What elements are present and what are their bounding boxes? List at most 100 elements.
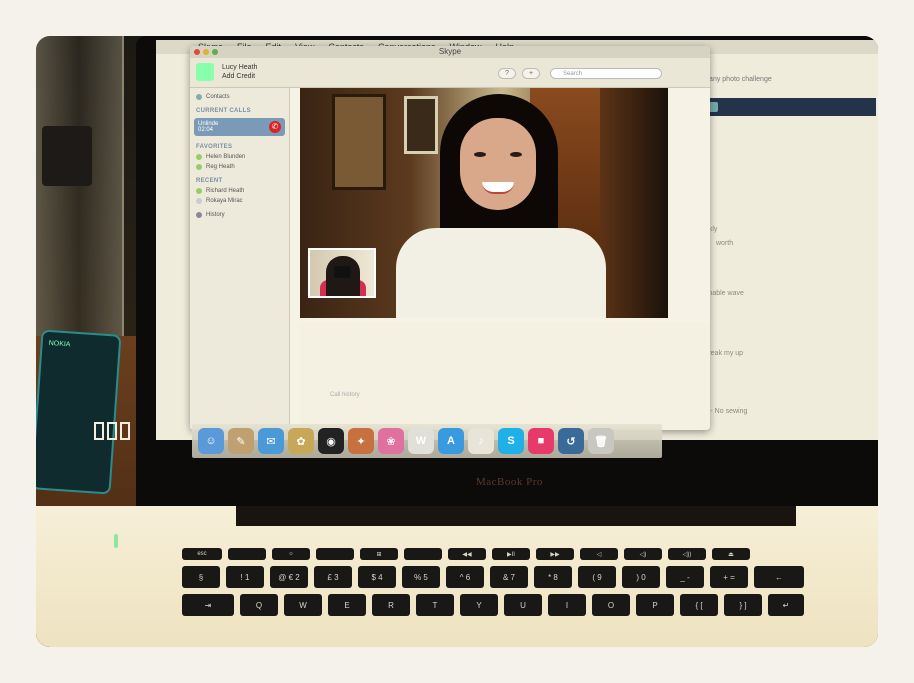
keyboard-key[interactable]: esc xyxy=(182,548,222,560)
keyboard-key[interactable] xyxy=(316,548,354,560)
keyboard-key[interactable]: $ 4 xyxy=(358,566,396,588)
keyboard-key[interactable]: ◁) xyxy=(624,548,662,560)
add-button[interactable]: + xyxy=(522,68,540,79)
keyboard-key[interactable]: P xyxy=(636,594,674,616)
status-icon xyxy=(196,188,202,194)
camera-icon[interactable]: ◉ xyxy=(318,428,344,454)
keyboard-key[interactable]: ◀◀ xyxy=(448,548,486,560)
keyboard-key[interactable]: Y xyxy=(460,594,498,616)
keyboard-key[interactable]: * 8 xyxy=(534,566,572,588)
keyboard-key[interactable]: ! 1 xyxy=(226,566,264,588)
keyboard-key[interactable]: % 5 xyxy=(402,566,440,588)
keyboard-key[interactable]: ← xyxy=(754,566,804,588)
keyboard-key[interactable]: R xyxy=(372,594,410,616)
keyboard-key[interactable]: ⏏ xyxy=(712,548,750,560)
flower-icon[interactable]: ❀ xyxy=(378,428,404,454)
keyboard-key[interactable]: O xyxy=(592,594,630,616)
keyboard-key[interactable]: ) 0 xyxy=(622,566,660,588)
photo-frame: NOKIA MacBook Pro Skype File Edit View C… xyxy=(0,0,914,683)
keyboard-key[interactable]: ▶▶ xyxy=(536,548,574,560)
mobile-phone: NOKIA xyxy=(36,329,122,495)
avatar[interactable] xyxy=(196,63,214,81)
timemachine-icon[interactable]: ↺ xyxy=(558,428,584,454)
sidebar-item-recent[interactable]: Richard Heath xyxy=(190,186,289,196)
keyboard-key[interactable]: ↵ xyxy=(768,594,804,616)
ical-icon[interactable]: ✦ xyxy=(348,428,374,454)
itunes-icon[interactable]: ♪ xyxy=(468,428,494,454)
top-letter-row: ⇥ Q W E R T Y U I O P { [ } ] ↵ xyxy=(182,594,862,616)
chat-area[interactable]: Call history xyxy=(300,322,710,430)
keyboard-key[interactable]: { [ xyxy=(680,594,718,616)
hang-up-icon[interactable]: ✆ xyxy=(269,121,281,133)
status-icon xyxy=(196,164,202,170)
keyboard-key[interactable]: ⊞ xyxy=(360,548,398,560)
laptop-brand: MacBook Pro xyxy=(476,476,543,488)
drinking-glass xyxy=(36,36,124,336)
color-icon[interactable]: ■ xyxy=(528,428,554,454)
sidebar-item-history[interactable]: History xyxy=(190,206,289,220)
trash-icon[interactable]: 🗑 xyxy=(588,428,614,454)
mail-icon[interactable]: ✉ xyxy=(258,428,284,454)
finder-icon[interactable]: ☺ xyxy=(198,428,224,454)
keyboard-key[interactable]: Q xyxy=(240,594,278,616)
skype-title: Skype xyxy=(438,47,462,56)
keyboard-key[interactable]: ⇥ xyxy=(182,594,234,616)
keyboard-key[interactable] xyxy=(404,548,442,560)
keyboard: esc ☼ ⊞ ◀◀ ▶II ▶▶ ◁ ◁) ◁)) ⏏ § ! 1 @ € 2 £ 3 $ 4 % 5 ^ … xyxy=(182,548,862,622)
self-view[interactable] xyxy=(308,248,376,298)
keyboard-key[interactable]: _ - xyxy=(666,566,704,588)
keyboard-key[interactable]: ^ 6 xyxy=(446,566,484,588)
keyboard-key[interactable] xyxy=(228,548,266,560)
current-call[interactable]: Unlinde 02:04 ✆ xyxy=(194,118,285,136)
status-icon xyxy=(196,154,202,160)
status-icon xyxy=(196,198,202,204)
user-info[interactable]: Lucy Heath Add Credit xyxy=(222,63,257,81)
user-name: Lucy Heath xyxy=(222,64,258,71)
logo-block xyxy=(107,422,117,440)
photos-icon[interactable]: ✿ xyxy=(288,428,314,454)
sidebar-item-contacts[interactable]: Contacts xyxy=(190,88,289,102)
caller-face xyxy=(460,118,536,210)
skype-sidebar: Contacts CURRENT CALLS Unlinde 02:04 ✆ F… xyxy=(190,88,290,430)
keyboard-key[interactable]: ◁)) xyxy=(668,548,706,560)
sidebar-item-label: Contacts xyxy=(206,94,230,100)
sidebar-item-recent[interactable]: Rokaya Mirac xyxy=(190,196,289,206)
mirror xyxy=(332,94,386,190)
keyboard-key[interactable]: ▶II xyxy=(492,548,530,560)
keyboard-key[interactable]: @ € 2 xyxy=(270,566,308,588)
wifi-icon[interactable]: W xyxy=(408,428,434,454)
keyboard-key[interactable]: W xyxy=(284,594,322,616)
skype-icon[interactable]: S xyxy=(498,428,524,454)
sidebar-item-favorite[interactable]: Helen Blunden xyxy=(190,152,289,162)
eye xyxy=(474,152,486,157)
keyboard-key[interactable]: ☼ xyxy=(272,548,310,560)
camera-icon xyxy=(334,266,350,278)
sleep-indicator-light xyxy=(114,534,118,548)
smile xyxy=(482,182,514,194)
laptop-screen: Skype File Edit View Contacts Conversati… xyxy=(156,40,878,440)
keyboard-key[interactable]: § xyxy=(182,566,220,588)
video-call xyxy=(300,88,668,318)
skype-titlebar: Skype xyxy=(190,46,710,58)
search-input[interactable]: Search xyxy=(550,68,662,79)
keyboard-key[interactable]: U xyxy=(504,594,542,616)
status-button[interactable]: ? xyxy=(498,68,516,79)
keyboard-key[interactable]: & 7 xyxy=(490,566,528,588)
keyboard-key[interactable]: ◁ xyxy=(580,548,618,560)
keyboard-key[interactable]: £ 3 xyxy=(314,566,352,588)
keyboard-key[interactable]: T xyxy=(416,594,454,616)
keyboard-key[interactable]: } ] xyxy=(724,594,762,616)
appstore-icon[interactable]: A xyxy=(438,428,464,454)
keyboard-key[interactable]: I xyxy=(548,594,586,616)
skype-header: Lucy Heath Add Credit ? + Search xyxy=(190,58,710,88)
keyboard-key[interactable]: ( 9 xyxy=(578,566,616,588)
picture-frame xyxy=(404,96,438,154)
photo: NOKIA MacBook Pro Skype File Edit View C… xyxy=(36,36,878,647)
contact-name: Reg Heath xyxy=(206,164,235,170)
section-heading: RECENT xyxy=(196,178,223,184)
keyboard-key[interactable]: + = xyxy=(710,566,748,588)
preview-icon[interactable]: ✎ xyxy=(228,428,254,454)
keyboard-key[interactable]: E xyxy=(328,594,366,616)
sidebar-item-favorite[interactable]: Reg Heath xyxy=(190,162,289,172)
add-credit-link[interactable]: Add Credit xyxy=(222,72,257,81)
